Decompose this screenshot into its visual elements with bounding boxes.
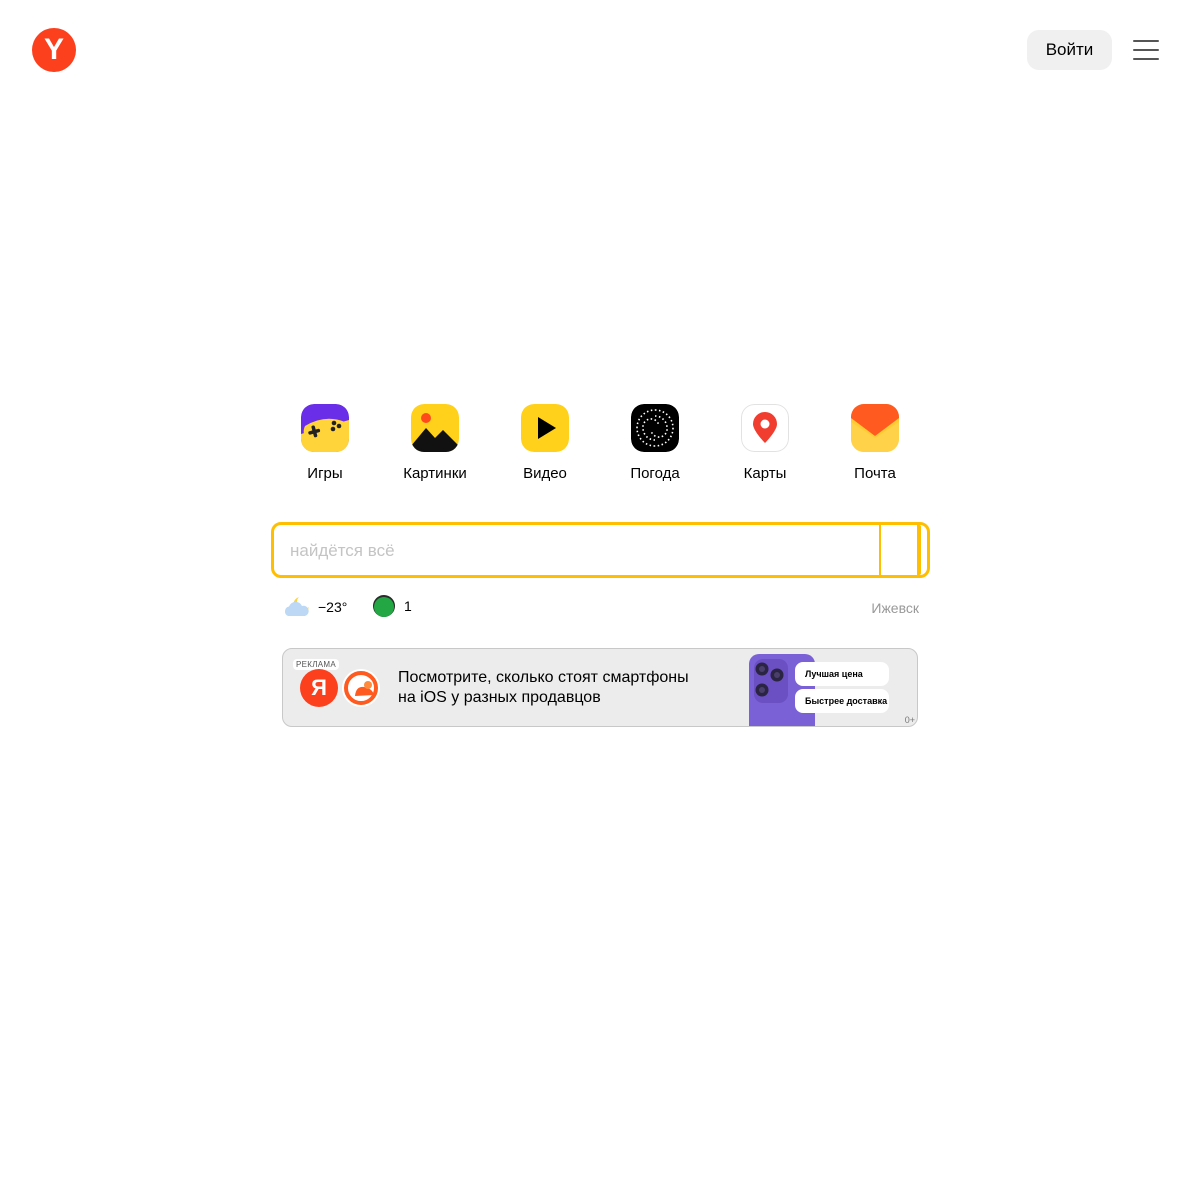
ad-text-line2: на iOS у разных продавцов xyxy=(398,689,601,706)
info-bar: −23° 1 Ижевск xyxy=(282,594,919,622)
weather-icon xyxy=(631,404,679,452)
service-images[interactable]: Картинки xyxy=(380,404,490,482)
service-label: Погода xyxy=(630,465,680,482)
ad-pill-fast-delivery: Быстрее доставка xyxy=(795,689,889,713)
market-icon xyxy=(342,669,380,707)
login-button[interactable]: Войти xyxy=(1027,30,1112,70)
video-icon xyxy=(521,404,569,452)
ad-pill-best-price: Лучшая цена xyxy=(795,662,889,686)
traffic-icon xyxy=(373,595,395,617)
service-video[interactable]: Видео xyxy=(490,404,600,482)
service-mail[interactable]: Почта xyxy=(820,404,930,482)
cloudy-night-icon xyxy=(284,597,309,616)
weather-widget[interactable]: −23° xyxy=(282,594,347,620)
logo-letter: Y xyxy=(43,33,64,66)
service-label: Видео xyxy=(523,465,567,482)
temperature: −23° xyxy=(318,599,348,615)
services-row: Игры Картинки Видео Погода Карты Почта xyxy=(270,404,930,482)
age-rating: 0+ xyxy=(904,715,915,725)
yandex-ad-logo: Я xyxy=(300,669,338,707)
search-input[interactable] xyxy=(288,525,872,577)
city-link[interactable]: Ижевск xyxy=(871,600,919,616)
ad-banner[interactable]: РЕКЛАМА Я Посмотрите, сколько стоят смар… xyxy=(282,648,918,727)
ya-letter: Я xyxy=(311,675,327,700)
traffic-widget[interactable]: 1 xyxy=(372,594,412,618)
menu-icon[interactable] xyxy=(1133,38,1159,62)
images-icon xyxy=(411,404,459,452)
ad-text: Посмотрите, сколько стоят смартфоны на i… xyxy=(398,668,689,708)
service-label: Карты xyxy=(743,465,787,482)
mail-icon xyxy=(851,404,899,452)
maps-icon xyxy=(741,404,789,452)
games-icon xyxy=(301,404,349,452)
service-maps[interactable]: Карты xyxy=(710,404,820,482)
yandex-logo[interactable]: Y xyxy=(32,28,76,72)
service-label: Игры xyxy=(307,465,343,482)
search-box xyxy=(271,522,930,578)
service-games[interactable]: Игры xyxy=(270,404,380,482)
ad-text-line1: Посмотрите, сколько стоят смартфоны xyxy=(398,669,689,686)
search-button[interactable] xyxy=(881,525,921,575)
service-label: Почта xyxy=(854,465,896,482)
service-weather[interactable]: Погода xyxy=(600,404,710,482)
service-label: Картинки xyxy=(403,465,467,482)
traffic-score: 1 xyxy=(404,598,412,614)
